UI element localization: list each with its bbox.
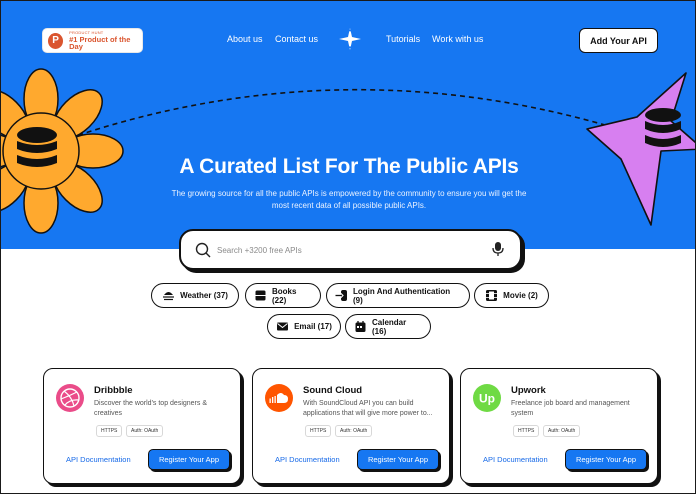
search-icon[interactable] bbox=[195, 242, 211, 258]
chip-label: Calendar (16) bbox=[372, 317, 407, 336]
category-chip-login[interactable]: Login And Authentication (9) bbox=[326, 283, 470, 308]
badge-small-text: PRODUCT HUNT bbox=[69, 29, 104, 35]
nav-work-with-us[interactable]: Work with us bbox=[432, 34, 483, 44]
flower-icon bbox=[1, 68, 124, 234]
product-hunt-text: PRODUCT HUNT #1 Product of the Day bbox=[69, 29, 142, 51]
weather-icon bbox=[163, 292, 175, 301]
card-title: Dribbble bbox=[94, 385, 133, 396]
api-documentation-link[interactable]: API Documentation bbox=[483, 455, 548, 464]
card-description: Discover the world's top designers & cre… bbox=[94, 400, 207, 417]
search-input[interactable] bbox=[217, 241, 477, 259]
badge-title: #1 Product of the Day bbox=[69, 34, 131, 51]
product-hunt-icon: P bbox=[48, 32, 64, 49]
card-title: Upwork bbox=[511, 385, 546, 396]
register-app-button[interactable]: Register Your App bbox=[565, 449, 647, 470]
site-logo-icon[interactable] bbox=[338, 27, 362, 51]
register-app-button[interactable]: Register Your App bbox=[357, 449, 439, 470]
tag-https: HTTPS bbox=[96, 425, 123, 437]
api-documentation-link[interactable]: API Documentation bbox=[275, 455, 340, 464]
category-chip-calendar[interactable]: Calendar (16) bbox=[345, 314, 431, 339]
chip-label: Login And Authentication (9) bbox=[353, 286, 451, 305]
hero-subtitle: The growing source for all the public AP… bbox=[171, 189, 527, 210]
page-frame: P PRODUCT HUNT #1 Product of the Day Abo… bbox=[0, 0, 696, 494]
hero-title: A Curated List For The Public APIs bbox=[179, 155, 519, 178]
api-card-soundcloud[interactable]: Sound Cloud With SoundCloud API you can … bbox=[252, 368, 450, 484]
dashed-arc bbox=[60, 88, 642, 142]
dribbble-logo-icon bbox=[56, 384, 84, 412]
add-your-api-button[interactable]: Add Your API bbox=[579, 28, 658, 53]
api-documentation-link[interactable]: API Documentation bbox=[66, 455, 131, 464]
chip-label: Weather (37) bbox=[180, 291, 228, 300]
soundcloud-logo-icon bbox=[265, 384, 293, 412]
calendar-icon bbox=[355, 321, 366, 332]
tag-auth: Auth: OAuth bbox=[126, 425, 164, 437]
hero-section: P PRODUCT HUNT #1 Product of the Day Abo… bbox=[1, 1, 695, 249]
nav-about-us[interactable]: About us bbox=[227, 34, 263, 44]
api-card-dribbble[interactable]: Dribbble Discover the world's top design… bbox=[43, 368, 241, 484]
search-bar bbox=[179, 229, 522, 270]
email-icon bbox=[277, 322, 289, 331]
card-title: Sound Cloud bbox=[303, 385, 363, 396]
upwork-logo-text: Up bbox=[479, 392, 495, 406]
tag-auth: Auth: OAuth bbox=[335, 425, 373, 437]
database-icon bbox=[645, 108, 681, 147]
tag-auth: Auth: OAuth bbox=[543, 425, 581, 437]
api-card-upwork[interactable]: Up Upwork Freelance job board and manage… bbox=[460, 368, 658, 484]
category-chip-books[interactable]: Books (22) bbox=[245, 283, 321, 308]
tag-https: HTTPS bbox=[513, 425, 540, 437]
category-chip-email[interactable]: Email (17) bbox=[267, 314, 341, 339]
nav-contact-us[interactable]: Contact us bbox=[275, 34, 318, 44]
login-icon bbox=[335, 290, 347, 301]
tag-https: HTTPS bbox=[305, 425, 332, 437]
chip-label: Movie (2) bbox=[503, 291, 538, 300]
chip-label: Email (17) bbox=[294, 322, 332, 331]
microphone-icon[interactable] bbox=[491, 241, 505, 257]
product-hunt-badge[interactable]: P PRODUCT HUNT #1 Product of the Day bbox=[42, 28, 143, 53]
card-description: Freelance job board and management syste… bbox=[511, 400, 630, 417]
chip-label: Books (22) bbox=[272, 286, 297, 305]
category-chip-weather[interactable]: Weather (37) bbox=[151, 283, 239, 308]
register-app-button[interactable]: Register Your App bbox=[148, 449, 230, 470]
film-icon bbox=[486, 290, 498, 301]
upwork-logo-icon: Up bbox=[473, 384, 501, 412]
star-shape bbox=[586, 72, 695, 226]
nav-tutorials[interactable]: Tutorials bbox=[386, 34, 420, 44]
card-description: With SoundCloud API you can build applic… bbox=[303, 400, 433, 417]
book-icon bbox=[255, 290, 266, 301]
category-chip-movie[interactable]: Movie (2) bbox=[474, 283, 549, 308]
